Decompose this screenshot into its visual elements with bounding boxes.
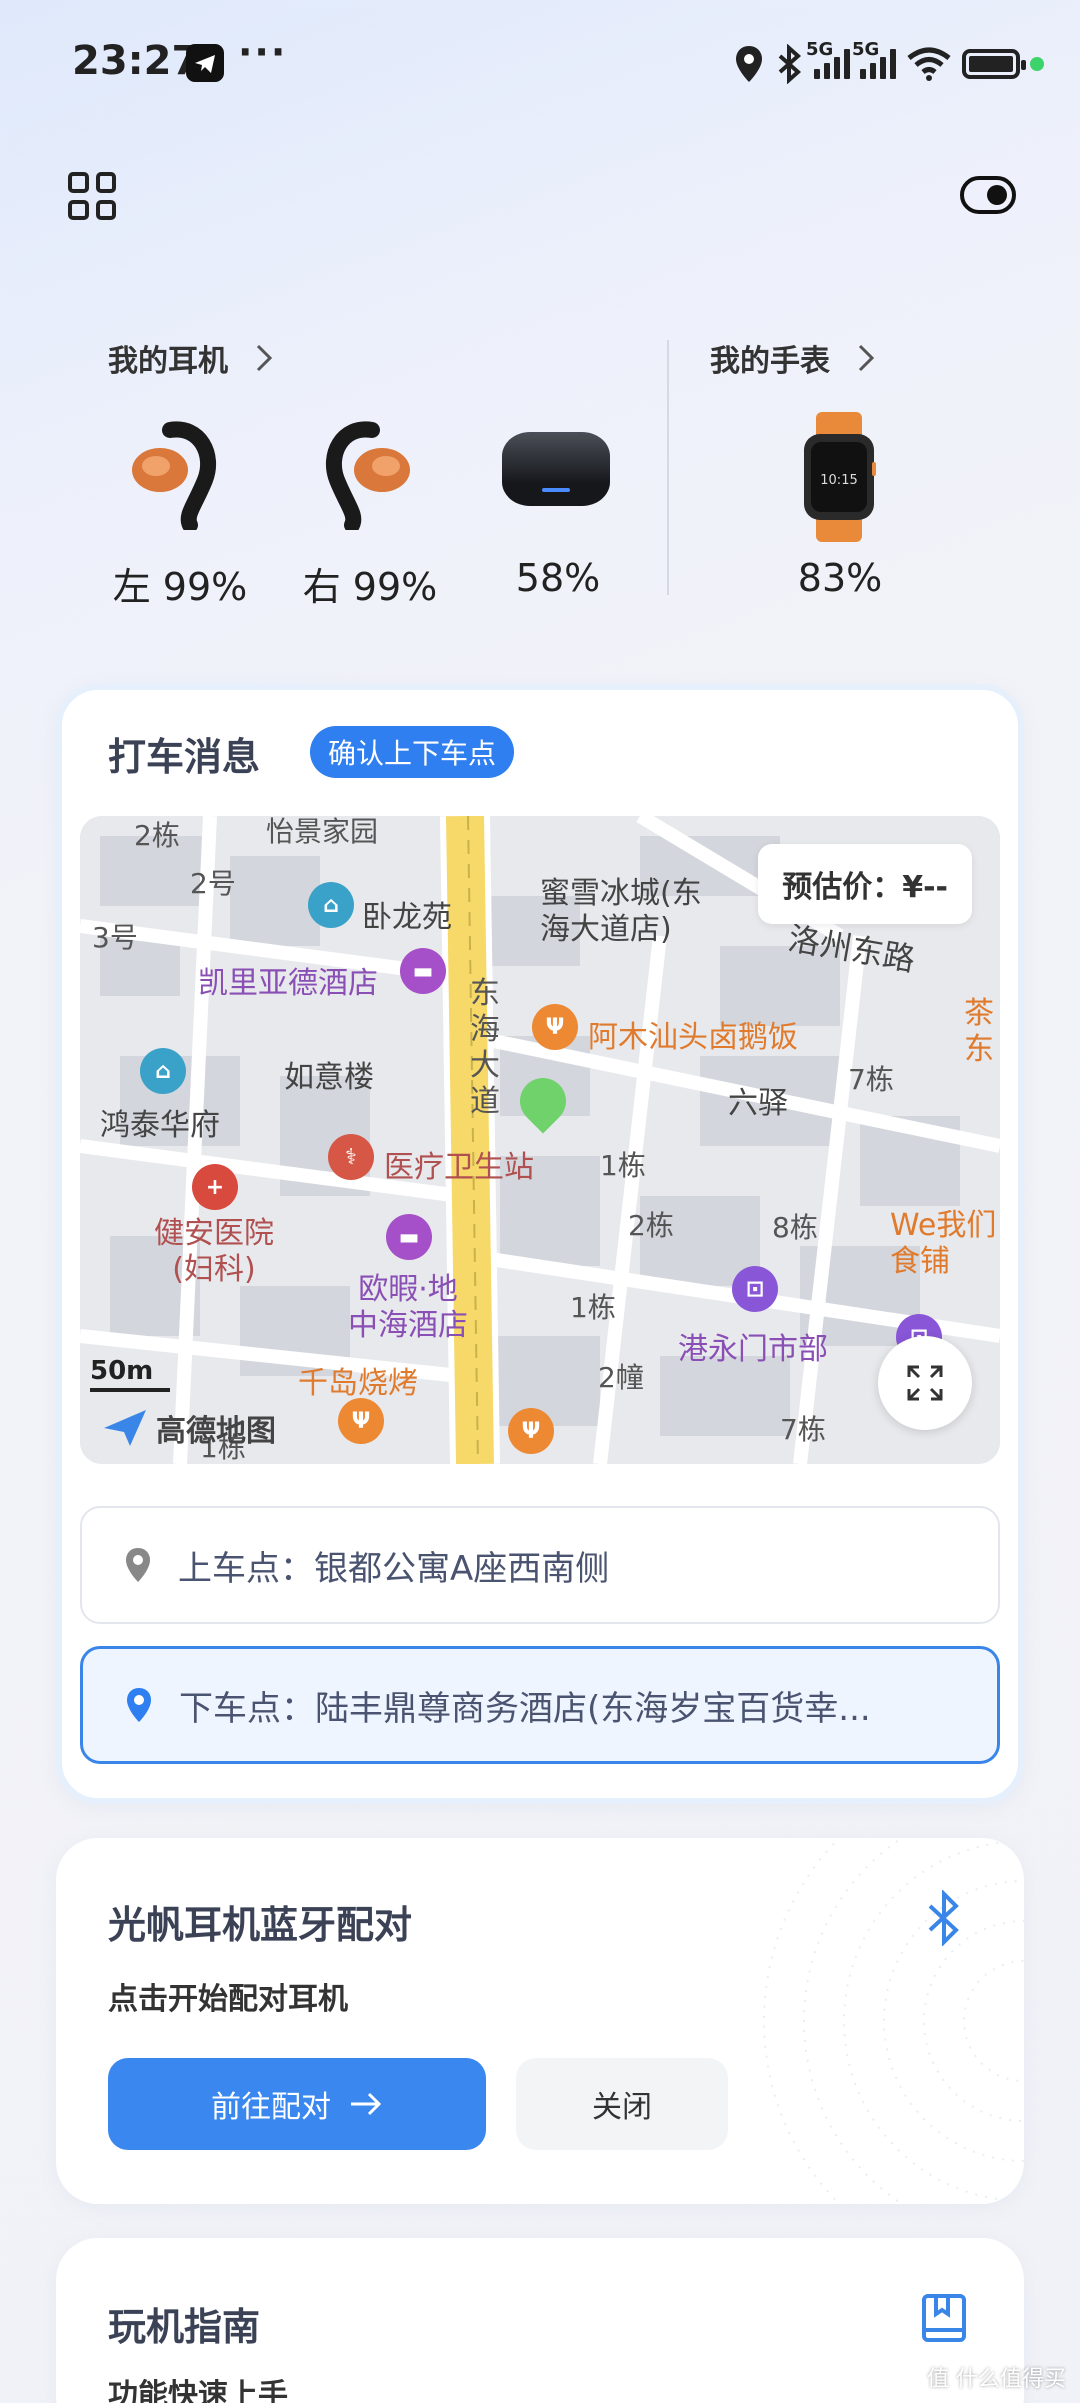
confirm-pickup-badge[interactable]: 确认上下车点 [310, 726, 515, 778]
status-time: 23:27 [72, 38, 200, 84]
map-label: 六驿 [728, 1086, 788, 1121]
map-label: 2栋 [134, 819, 180, 852]
map-label: 欧暇·地 中海酒店 [348, 1272, 468, 1343]
go-pair-button[interactable]: 前往配对 [108, 2058, 486, 2150]
restaurant-pin-icon: Ψ [338, 1398, 384, 1444]
case-battery: 58% [515, 556, 601, 600]
map-label: 3号 [92, 921, 138, 954]
battery-icon [962, 49, 1026, 79]
chevron-right-icon [858, 344, 875, 372]
map-label: 港永门市部 [678, 1332, 828, 1367]
map-view[interactable]: 2栋 怡景家园 2号 3号 ⌂ 卧龙苑 蜜雪冰城(东 海大道店) 洛州东路 凯里… [80, 816, 1000, 1464]
location-icon [736, 46, 762, 82]
map-label: 2栋 [628, 1209, 674, 1242]
amap-logo-icon [104, 1410, 146, 1446]
arrow-right-icon [351, 2092, 382, 2116]
map-brand: 高德地图 [102, 1406, 276, 1450]
telegram-icon [186, 44, 224, 82]
map-label: We我们 食铺 [890, 1208, 997, 1279]
devices-divider [667, 340, 669, 595]
map-label: 茶 东 [964, 996, 994, 1067]
map-label: 蜜雪冰城(东 海大道店) [540, 876, 702, 947]
left-earbud-image [130, 420, 220, 534]
watch-image: 10:15 [800, 412, 878, 546]
toggle-icon[interactable] [960, 176, 1016, 214]
map-label: 凯里亚德酒店 [198, 966, 378, 1001]
go-pair-label: 前往配对 [211, 2090, 331, 2125]
privacy-indicator-icon [1030, 57, 1044, 71]
close-button[interactable]: 关闭 [516, 2058, 728, 2150]
map-brand-text: 高德地图 [156, 1414, 276, 1449]
my-earphones-link[interactable]: 我的耳机 [108, 336, 274, 380]
my-watch-link[interactable]: 我的手表 [710, 336, 876, 380]
map-label: 7栋 [848, 1063, 894, 1096]
my-earphones-title: 我的耳机 [108, 344, 228, 379]
map-label: 卧龙苑 [362, 900, 452, 935]
hotel-pin-icon: ▬ [400, 948, 446, 994]
apartment-pin-icon: ⌂ [308, 882, 354, 928]
map-label: 怡景家园 [266, 816, 379, 848]
signal-icon: 5G [806, 39, 850, 79]
right-earbud-image [322, 420, 412, 534]
pickup-location-field[interactable]: 上车点：银都公寓A座西南侧 [80, 1506, 1000, 1624]
map-label: 1栋 [570, 1291, 616, 1324]
close-label: 关闭 [592, 2090, 652, 2125]
pairing-card-title: 光帆耳机蓝牙配对 [108, 1903, 413, 1947]
svg-text:10:15: 10:15 [820, 473, 857, 488]
clinic-pin-icon: ⚕ [328, 1134, 374, 1180]
chevron-right-icon [256, 344, 273, 372]
guide-card-title: 玩机指南 [108, 2305, 261, 2349]
status-icons: 5G 5G [734, 39, 1044, 88]
more-notifications-icon: ··· [238, 30, 288, 74]
pairing-card-subtitle: 点击开始配对耳机 [108, 1982, 348, 2017]
dropoff-text: 下车点：陆丰鼎尊商务酒店(东海岁宝百货幸... [179, 1688, 871, 1729]
map-label: 如意楼 [284, 1060, 374, 1095]
left-earbud-battery: 左 99% [112, 565, 248, 609]
dropoff-pin-icon [127, 1688, 151, 1722]
shop-pin-icon: ⊡ [732, 1266, 778, 1312]
right-earbud-battery: 右 99% [302, 565, 438, 609]
restaurant-pin-icon: Ψ [532, 1004, 578, 1050]
map-scale: 50m [90, 1356, 170, 1392]
apartment-pin-icon: ⌂ [140, 1048, 186, 1094]
map-label: 7栋 [780, 1413, 826, 1446]
bluetooth-icon [778, 44, 802, 84]
hotel-pin-icon: ▬ [386, 1214, 432, 1260]
map-label: 8栋 [772, 1211, 818, 1244]
charging-case-image [502, 432, 610, 506]
signal-icon-2: 5G [852, 39, 896, 79]
pickup-text: 上车点：银都公寓A座西南侧 [178, 1548, 610, 1589]
book-icon [922, 2294, 966, 2342]
map-label: 2号 [190, 867, 236, 900]
wifi-icon [907, 47, 951, 81]
watch-battery: 83% [797, 556, 883, 600]
watermark: 值 什么值得买 [927, 2367, 1066, 2392]
map-label: 医疗卫生站 [384, 1150, 534, 1185]
map-label: 阿木汕头卤鹅饭 [588, 1020, 798, 1055]
taxi-card-title: 打车消息 [108, 735, 261, 779]
estimated-price: 预估价：¥-- [758, 844, 972, 924]
map-label: 健安医院 (妇科) [154, 1216, 274, 1287]
map-label: 千岛烧烤 [298, 1366, 418, 1401]
expand-map-button[interactable] [878, 1336, 972, 1430]
map-label: 2幢 [598, 1361, 644, 1394]
bluetooth-icon [928, 1890, 959, 1946]
dropoff-location-field[interactable]: 下车点：陆丰鼎尊商务酒店(东海岁宝百货幸... [80, 1646, 1000, 1764]
map-label: 鸿泰华府 [100, 1108, 220, 1143]
pickup-pin-icon [126, 1548, 150, 1582]
hospital-pin-icon: + [192, 1164, 238, 1210]
map-label: 东 海 大 道 [470, 976, 500, 1119]
my-watch-title: 我的手表 [710, 344, 830, 379]
apps-grid-icon[interactable] [68, 172, 116, 220]
guide-card-subtitle: 功能快速上手 [108, 2378, 288, 2403]
restaurant-pin-icon: Ψ [508, 1408, 554, 1454]
fullscreen-icon [907, 1365, 943, 1401]
map-scale-text: 50m [90, 1356, 154, 1386]
map-label: 1栋 [600, 1149, 646, 1182]
